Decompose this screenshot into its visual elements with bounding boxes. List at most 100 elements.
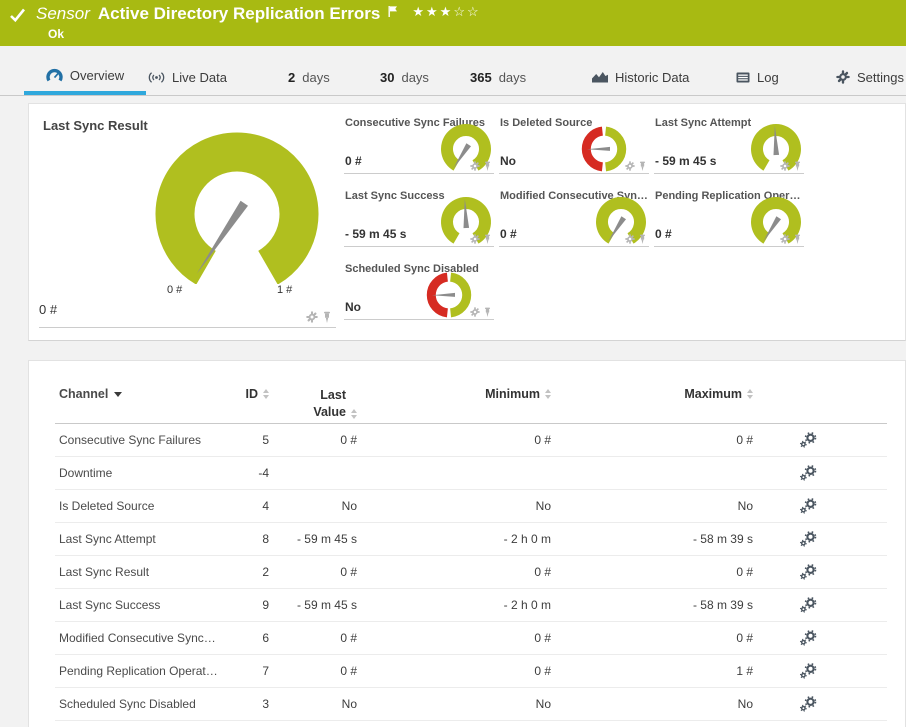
gauge-cell-consecutive-sync-failures: Consecutive Sync Failures 0 # xyxy=(344,116,494,174)
channel-id-cell: 8 xyxy=(262,532,269,546)
gauge-pin-icon[interactable] xyxy=(483,234,492,244)
tab-overview[interactable]: Overview xyxy=(24,59,146,95)
gauge-cell-pending-replication-operations: Pending Replication Operations 0 # xyxy=(654,189,804,247)
channel-actions-cell xyxy=(753,498,863,514)
channel-id-cell: -4 xyxy=(258,466,269,480)
channel-actions-cell xyxy=(753,531,863,547)
gauge-settings-gear-icon[interactable] xyxy=(470,161,480,171)
gauge-pin-icon[interactable] xyxy=(638,234,647,244)
historic-data-icon xyxy=(592,72,608,83)
channel-name-cell[interactable]: Downtime xyxy=(55,466,219,480)
status-badge: Ok xyxy=(48,27,65,41)
channel-id-cell: 6 xyxy=(262,631,269,645)
gauge-pin-icon[interactable] xyxy=(638,161,647,171)
gauge-pin-icon[interactable] xyxy=(483,161,492,171)
channel-settings-gear-icon[interactable] xyxy=(799,498,817,514)
gauge-scale-min-label: 0 # xyxy=(167,284,183,296)
channel-last-value-cell: - 59 m 45 s xyxy=(296,598,357,612)
channel-id-cell: 4 xyxy=(262,499,269,513)
main-gauge-cell: Last Sync Result 0 # 1 # 0 # xyxy=(39,116,336,328)
tab-365-days[interactable]: 365 days xyxy=(470,59,526,95)
channel-maximum-cell: - 58 m 39 s xyxy=(692,532,753,546)
channel-settings-gear-icon[interactable] xyxy=(799,696,817,712)
boolean-gauge-icon xyxy=(581,126,627,172)
tab-bar: Overview Live Data 2 days 30 days 365 da… xyxy=(0,46,906,96)
channel-id-cell: 9 xyxy=(262,598,269,612)
channel-actions-cell xyxy=(753,696,863,712)
table-row: Last Sync Success 9 - 59 m 45 s - 2 h 0 … xyxy=(55,589,887,622)
gauge-settings-gear-icon[interactable] xyxy=(625,234,635,244)
gauge-settings-gear-icon[interactable] xyxy=(780,161,790,171)
channel-last-value-cell: 0 # xyxy=(340,433,357,447)
settings-gear-icon xyxy=(836,70,850,84)
column-header-last-value[interactable]: Last Value xyxy=(269,387,357,421)
channel-settings-gear-icon[interactable] xyxy=(799,564,817,580)
tab-log[interactable]: Log xyxy=(736,59,779,95)
tab-2-days[interactable]: 2 days xyxy=(288,59,330,95)
gauge-settings-gear-icon[interactable] xyxy=(306,311,318,323)
channel-minimum-cell: 0 # xyxy=(534,565,551,579)
main-gauge-value: 0 # xyxy=(39,302,58,317)
channel-id-cell: 3 xyxy=(262,697,269,711)
table-row: Downtime -4 xyxy=(55,457,887,490)
tab-live-data[interactable]: Live Data xyxy=(148,59,227,95)
gauge-settings-gear-icon[interactable] xyxy=(470,307,480,317)
channel-id-cell: 2 xyxy=(262,565,269,579)
live-data-icon xyxy=(148,71,165,83)
channel-id-cell: 5 xyxy=(262,433,269,447)
channel-settings-gear-icon[interactable] xyxy=(799,630,817,646)
channel-maximum-cell: 0 # xyxy=(736,631,753,645)
channel-actions-cell xyxy=(753,630,863,646)
gauge-pin-icon[interactable] xyxy=(793,161,802,171)
channel-minimum-cell: - 2 h 0 m xyxy=(503,598,551,612)
page-title: Active Directory Replication Errors xyxy=(97,4,381,23)
gauge-pin-icon[interactable] xyxy=(483,307,492,317)
channel-last-value-cell: 0 # xyxy=(340,565,357,579)
tab-historic-data[interactable]: Historic Data xyxy=(592,59,689,95)
overview-gauge-icon xyxy=(46,68,63,81)
channel-actions-cell xyxy=(753,597,863,613)
channel-name-cell[interactable]: Consecutive Sync Failures xyxy=(55,433,219,447)
channel-name-cell[interactable]: Pending Replication Operations xyxy=(55,664,219,678)
sort-icon xyxy=(747,389,753,399)
gauge-scale-max-label: 1 # xyxy=(277,284,293,296)
channel-actions-cell xyxy=(753,663,863,679)
gauge-pin-icon[interactable] xyxy=(322,311,332,323)
channel-name-cell[interactable]: Last Sync Success xyxy=(55,598,219,612)
channel-settings-gear-icon[interactable] xyxy=(799,663,817,679)
channel-last-value-cell: 0 # xyxy=(340,631,357,645)
tab-settings[interactable]: Settings xyxy=(836,59,904,95)
channel-name-cell[interactable]: Scheduled Sync Disabled xyxy=(55,697,219,711)
channel-settings-gear-icon[interactable] xyxy=(799,432,817,448)
channel-settings-gear-icon[interactable] xyxy=(799,531,817,547)
channel-name-cell[interactable]: Last Sync Result xyxy=(55,565,219,579)
gauge-settings-gear-icon[interactable] xyxy=(470,234,480,244)
channel-minimum-cell: 0 # xyxy=(534,664,551,678)
channel-maximum-cell: 1 # xyxy=(736,664,753,678)
flag-icon[interactable] xyxy=(388,5,398,18)
channel-name-cell[interactable]: Modified Consecutive Sync Failures xyxy=(55,631,219,645)
channel-minimum-cell: No xyxy=(535,499,551,513)
tab-30-days[interactable]: 30 days xyxy=(380,59,429,95)
channel-minimum-cell: - 2 h 0 m xyxy=(503,532,551,546)
column-header-id[interactable]: ID xyxy=(219,387,269,401)
channel-actions-cell xyxy=(753,465,863,481)
gauge-settings-gear-icon[interactable] xyxy=(780,234,790,244)
star-rating[interactable]: ★★★☆☆ xyxy=(412,4,480,20)
table-row: Last Sync Result 2 0 # 0 # 0 # xyxy=(55,556,887,589)
channel-table-panel: Channel ID Last Value Minimum Maximum Co… xyxy=(28,360,906,727)
channel-maximum-cell: No xyxy=(737,499,753,513)
channel-settings-gear-icon[interactable] xyxy=(799,597,817,613)
gauge-settings-gear-icon[interactable] xyxy=(625,161,635,171)
channel-name-cell[interactable]: Is Deleted Source xyxy=(55,499,219,513)
channel-actions-cell xyxy=(753,432,863,448)
gauge-pin-icon[interactable] xyxy=(793,234,802,244)
gauge-cell-is-deleted-source: Is Deleted Source No xyxy=(499,116,649,174)
channel-name-cell[interactable]: Last Sync Attempt xyxy=(55,532,219,546)
column-header-minimum[interactable]: Minimum xyxy=(357,387,551,401)
column-header-channel[interactable]: Channel xyxy=(55,387,219,401)
table-row: Consecutive Sync Failures 5 0 # 0 # 0 # xyxy=(55,424,887,457)
channel-settings-gear-icon[interactable] xyxy=(799,465,817,481)
channel-table-body: Consecutive Sync Failures 5 0 # 0 # 0 # … xyxy=(55,424,887,721)
column-header-maximum[interactable]: Maximum xyxy=(551,387,753,401)
